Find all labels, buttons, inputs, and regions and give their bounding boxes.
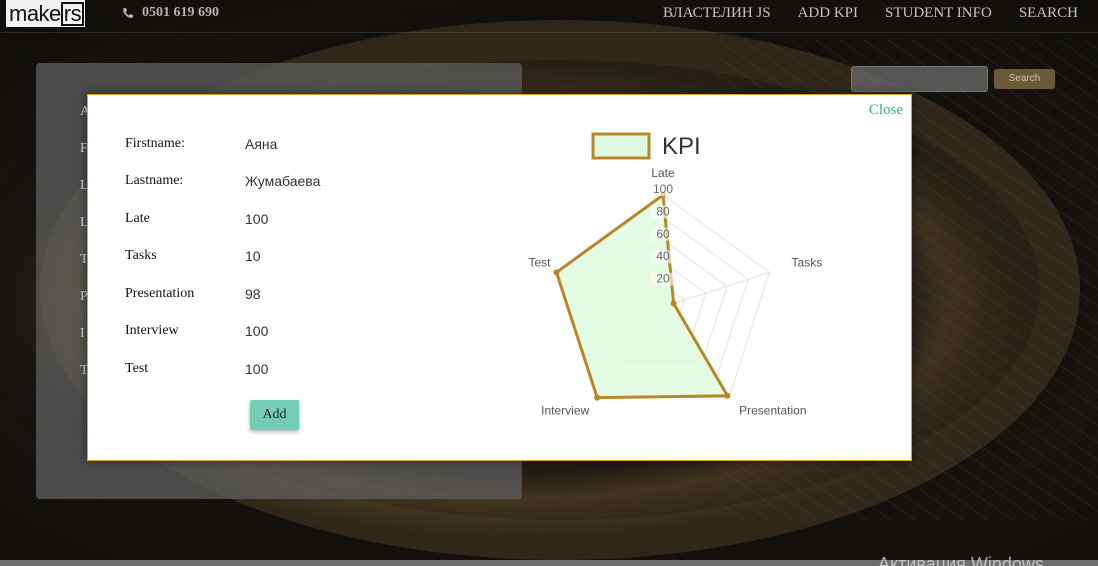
radar-point (594, 394, 601, 401)
nav-item-add-kpi[interactable]: ADD KPI (798, 5, 858, 22)
info-row-presentation: Presentation 98 (125, 275, 320, 313)
nav-item-student-info[interactable]: STUDENT INFO (885, 5, 992, 22)
info-row-tasks: Tasks 10 (125, 238, 320, 276)
info-value: 98 (245, 285, 261, 302)
info-row-late: Late 100 (125, 200, 320, 238)
radar-tick-label: 20 (656, 272, 670, 286)
radar-tick-label: 100 (653, 182, 673, 196)
search-input[interactable] (851, 66, 988, 92)
info-row-lastname: Lastname: Жумабаева (125, 163, 320, 201)
phone-number: 0501 619 690 (142, 5, 219, 20)
kpi-radar-chart: 20 40 60 80 100 Late Tasks Presentation Intervie… (528, 132, 823, 418)
logo-boxed-text: rs (60, 2, 85, 26)
nav-links: ВЛАСТЕЛИН JS ADD KPI STUDENT INFO SEARCH (663, 5, 1078, 22)
info-label: Firstname: (125, 135, 185, 151)
info-row-test: Test 100 (125, 350, 320, 388)
info-label: Tasks (125, 248, 157, 264)
phone-icon (123, 8, 133, 18)
info-row-firstname: Firstname: Аяна (125, 125, 320, 163)
radar-tick-label: 40 (656, 249, 670, 263)
radar-point (724, 392, 731, 399)
radar-point (553, 269, 560, 276)
info-value: 100 (245, 210, 269, 227)
info-value: 10 (245, 248, 261, 265)
info-value: 100 (245, 360, 269, 377)
kpi-modal: Close Firstname: Аяна Lastname: Жумабаев… (87, 94, 912, 461)
add-button[interactable]: Add (250, 400, 299, 430)
search-button[interactable]: Search (994, 69, 1055, 89)
info-label: Late (125, 210, 150, 226)
student-info-table: Firstname: Аяна Lastname: Жумабаева Late… (125, 125, 320, 388)
radar-point (670, 300, 677, 307)
radar-axis-label: Tasks (792, 255, 823, 269)
radar-axis-label: Test (528, 255, 551, 269)
phone-contact: 0501 619 690 (122, 5, 219, 21)
nav-item-search[interactable]: SEARCH (1019, 5, 1078, 22)
radar-axis-label: Interview (541, 404, 589, 418)
info-label: Presentation (125, 285, 195, 301)
info-value: Аяна (245, 135, 278, 152)
makers-logo[interactable]: make rs (6, 0, 85, 27)
info-row-interview: Interview 100 (125, 313, 320, 351)
legend-label: KPI (662, 133, 701, 160)
legend-swatch (591, 132, 651, 160)
windows-activation-watermark: Активация Windows (878, 554, 1044, 566)
info-label: Interview (125, 323, 179, 339)
info-value: Жумабаева (245, 173, 321, 190)
info-value: 100 (245, 323, 269, 340)
radar-axis-label: Presentation (739, 404, 806, 418)
radar-axis-label: Late (651, 166, 675, 180)
logo-text: make (9, 1, 61, 26)
radar-spoke (662, 271, 770, 308)
radar-tick-label: 60 (656, 227, 670, 241)
close-link[interactable]: Close (869, 102, 903, 119)
radar-series-area (554, 192, 731, 400)
navbar: make rs 0501 619 690 ВЛАСТЕЛИН JS ADD KPI… (0, 0, 1098, 33)
info-label: Lastname: (125, 173, 184, 189)
info-label: Test (125, 360, 149, 376)
nav-item-vlastelin-js[interactable]: ВЛАСТЕЛИН JS (663, 5, 771, 22)
radar-tick-label: 80 (656, 204, 670, 218)
